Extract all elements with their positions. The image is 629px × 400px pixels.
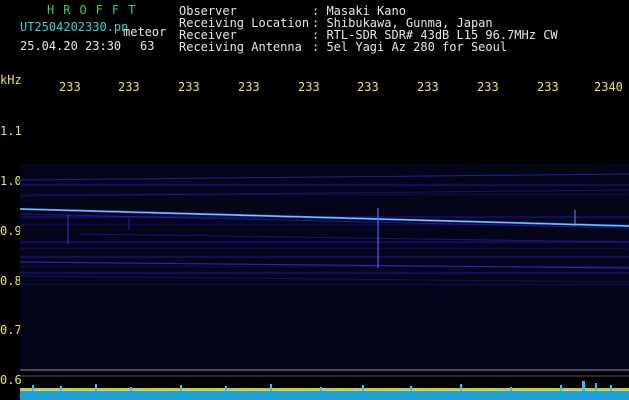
y-tick-1-0: 1.0: [0, 174, 22, 188]
x-tick: 233: [537, 80, 559, 94]
x-tick: 233: [59, 80, 81, 94]
observation-info: Observer : Masaki Kano Receiving Locatio…: [179, 5, 629, 55]
mode-label: meteor: [123, 25, 167, 39]
y-tick-0-6: 0.6: [0, 373, 22, 387]
brand-logo: HROFFT: [47, 3, 145, 17]
header-label-antenna: Receiving Antenna: [179, 40, 302, 54]
x-tick: 233: [477, 80, 499, 94]
audio-level-bar: [20, 381, 629, 400]
y-tick-1-1: 1.1: [0, 124, 22, 138]
count: 63: [140, 39, 155, 53]
x-tick: 233: [178, 80, 200, 94]
x-tick: 2340: [594, 80, 623, 94]
datetime: 25.04.20 23:30: [20, 39, 122, 53]
spectrogram: [20, 164, 629, 377]
x-tick: 233: [238, 80, 260, 94]
x-tick: 233: [417, 80, 439, 94]
y-tick-0-7: 0.7: [0, 323, 22, 337]
x-tick: 233: [357, 80, 379, 94]
y-tick-0-9: 0.9: [0, 224, 22, 238]
y-axis-unit: kHz: [0, 73, 22, 87]
y-tick-0-8: 0.8: [0, 274, 22, 288]
x-tick: 233: [298, 80, 320, 94]
header-value-antenna: : 5el Yagi Az 280 for Seoul: [312, 40, 508, 54]
file-name: UT2504202330.pn: [20, 20, 129, 34]
x-tick: 233: [118, 80, 140, 94]
